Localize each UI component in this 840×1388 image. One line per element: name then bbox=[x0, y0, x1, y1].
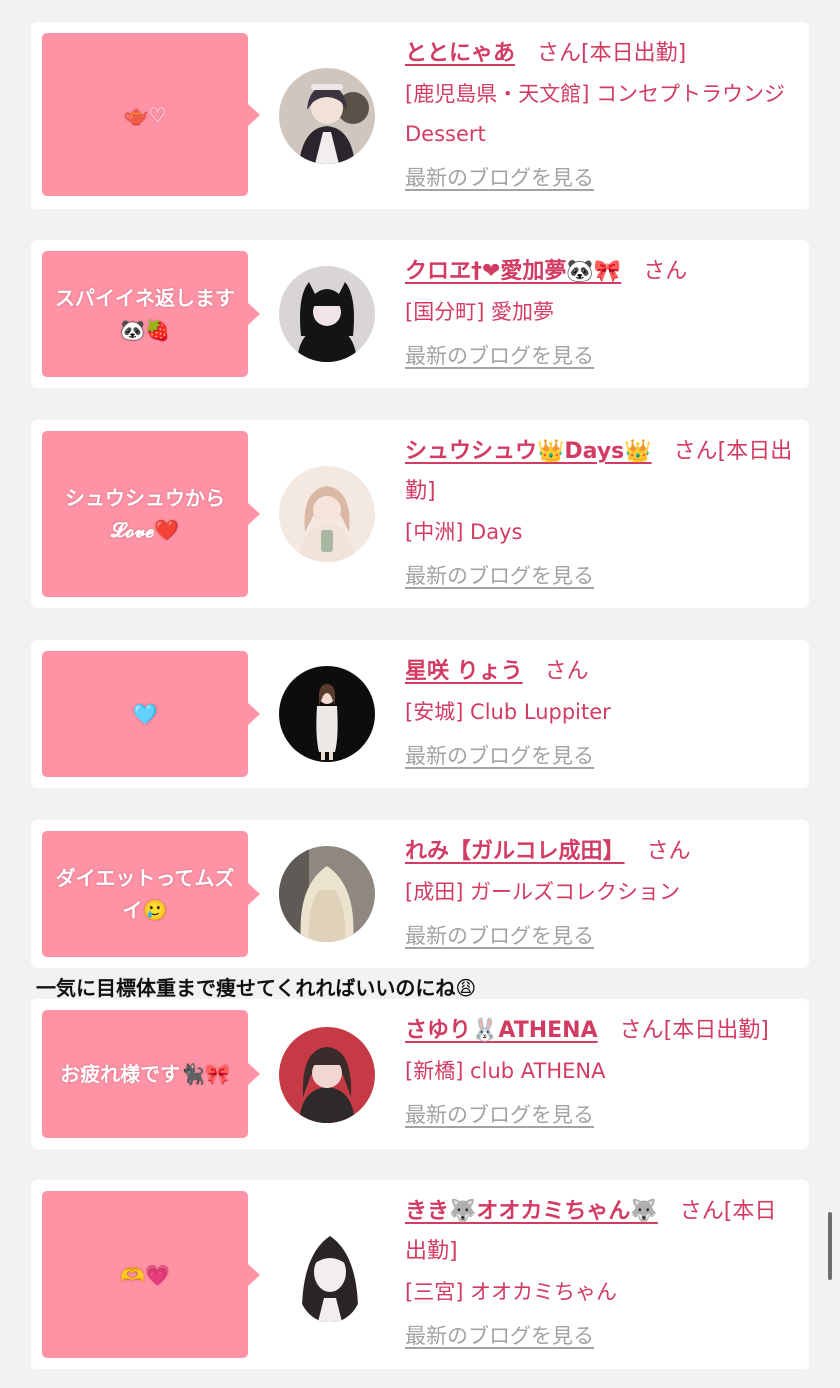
feed-card: 🫖♡ ととにゃあ さん[本日出勤] [鹿児島県・天文館] コンセプトラウンジ De… bbox=[31, 22, 809, 209]
scrollbar[interactable] bbox=[828, 1212, 832, 1280]
title-line: ととにゃあ さん[本日出勤] bbox=[405, 34, 797, 74]
user-name-link[interactable]: 星咲 りょう bbox=[405, 659, 523, 684]
card-info: ととにゃあ さん[本日出勤] [鹿児島県・天文館] コンセプトラウンジ Desse… bbox=[405, 34, 797, 198]
feed-card: スパイイネ返します🐼🍓 クロヱ†❤愛加夢🐼🎀 さん [国分町] 愛加夢 最新のブロ… bbox=[31, 240, 809, 388]
shop-label: [三宮] オオカミちゃん bbox=[405, 1280, 618, 1304]
card-info: れみ【ガルコレ成田】 さん [成田] ガールズコレクション 最新のブログを見る bbox=[405, 832, 797, 956]
avatar[interactable] bbox=[279, 846, 375, 942]
card-info: さゆり🐰ATHENA さん[本日出勤] [新橋] club ATHENA 最新のブ… bbox=[405, 1011, 797, 1135]
avatar[interactable] bbox=[279, 1027, 375, 1123]
message-bubble: お疲れ様です🐈‍⬛🎀 bbox=[42, 1010, 260, 1138]
feed-card: お疲れ様です🐈‍⬛🎀 さゆり🐰ATHENA さん[本日出勤] [新橋] club … bbox=[31, 999, 809, 1149]
title-line: きき🐺オオカミちゃん🐺 さん[本日出勤] bbox=[405, 1192, 797, 1272]
avatar[interactable] bbox=[296, 1226, 364, 1322]
avatar[interactable] bbox=[279, 68, 375, 164]
shop-label: [鹿児島県・天文館] コンセプトラウンジ Dessert bbox=[405, 82, 786, 146]
feed-card: シュウシュウから𝓛𝓸𝓿𝓮❤️ シュウシュウ👑Days👑 さん[本日出勤] [中洲]… bbox=[31, 420, 809, 608]
latest-blog-link[interactable]: 最新のブログを見る bbox=[405, 736, 594, 776]
latest-blog-link[interactable]: 最新のブログを見る bbox=[405, 916, 594, 956]
message-bubble: シュウシュウから𝓛𝓸𝓿𝓮❤️ bbox=[42, 431, 260, 597]
latest-blog-link[interactable]: 最新のブログを見る bbox=[405, 158, 594, 198]
shop-label: [新橋] club ATHENA bbox=[405, 1059, 606, 1083]
message-bubble: ダイエットってムズイ🥲 bbox=[42, 831, 260, 957]
title-line: 星咲 りょう さん bbox=[405, 652, 797, 692]
user-name-link[interactable]: シュウシュウ👑Days👑 bbox=[405, 439, 652, 464]
feed-card: ダイエットってムズイ🥲 れみ【ガルコレ成田】 さん [成田] ガールズコレクション… bbox=[31, 820, 809, 968]
card-info: クロヱ†❤愛加夢🐼🎀 さん [国分町] 愛加夢 最新のブログを見る bbox=[405, 252, 797, 376]
feed-card: 🫶💗 きき🐺オオカミちゃん🐺 さん[本日出勤] [三宮] オオカミちゃん 最新のブ… bbox=[31, 1180, 809, 1369]
honorific: さん[本日出勤] bbox=[537, 41, 687, 66]
shop-label: [成田] ガールズコレクション bbox=[405, 880, 681, 904]
user-name-link[interactable]: きき🐺オオカミちゃん🐺 bbox=[405, 1199, 658, 1224]
title-line: さゆり🐰ATHENA さん[本日出勤] bbox=[405, 1011, 797, 1051]
honorific: さん bbox=[544, 659, 589, 684]
shop-label: [安城] Club Luppiter bbox=[405, 700, 611, 724]
card-info: きき🐺オオカミちゃん🐺 さん[本日出勤] [三宮] オオカミちゃん 最新のブログを… bbox=[405, 1192, 797, 1356]
user-name-link[interactable]: れみ【ガルコレ成田】 bbox=[405, 839, 625, 864]
latest-blog-link[interactable]: 最新のブログを見る bbox=[405, 336, 594, 376]
user-name-link[interactable]: ととにゃあ bbox=[405, 41, 515, 66]
shop-label: [国分町] 愛加夢 bbox=[405, 300, 555, 324]
avatar[interactable] bbox=[279, 666, 375, 762]
user-name-link[interactable]: クロヱ†❤愛加夢🐼🎀 bbox=[405, 259, 621, 284]
shop-label: [中洲] Days bbox=[405, 520, 523, 544]
title-line: シュウシュウ👑Days👑 さん[本日出勤] bbox=[405, 432, 797, 512]
honorific: さん bbox=[646, 839, 691, 864]
message-bubble: 🫖♡ bbox=[42, 33, 260, 196]
card-info: シュウシュウ👑Days👑 さん[本日出勤] [中洲] Days 最新のブログを見る bbox=[405, 432, 797, 596]
message-bubble: 🩵 bbox=[42, 651, 260, 777]
latest-blog-link[interactable]: 最新のブログを見る bbox=[405, 1316, 594, 1356]
avatar[interactable] bbox=[279, 466, 375, 562]
user-name-link[interactable]: さゆり🐰ATHENA bbox=[405, 1018, 598, 1043]
message-bubble: 🫶💗 bbox=[42, 1191, 260, 1358]
title-line: クロヱ†❤愛加夢🐼🎀 さん bbox=[405, 252, 797, 292]
avatar[interactable] bbox=[279, 266, 375, 362]
message-comment: 一気に目標体重まで痩せてくれればいいのにね😩 bbox=[36, 976, 477, 1000]
feed-card: 🩵 星咲 りょう さん [安城] Club Luppiter 最新のブログを見る bbox=[31, 640, 809, 788]
latest-blog-link[interactable]: 最新のブログを見る bbox=[405, 1095, 594, 1135]
card-info: 星咲 りょう さん [安城] Club Luppiter 最新のブログを見る bbox=[405, 652, 797, 776]
message-bubble: スパイイネ返します🐼🍓 bbox=[42, 251, 260, 377]
honorific: さん[本日出勤] bbox=[619, 1018, 769, 1043]
title-line: れみ【ガルコレ成田】 さん bbox=[405, 832, 797, 872]
honorific: さん bbox=[643, 259, 688, 284]
latest-blog-link[interactable]: 最新のブログを見る bbox=[405, 556, 594, 596]
